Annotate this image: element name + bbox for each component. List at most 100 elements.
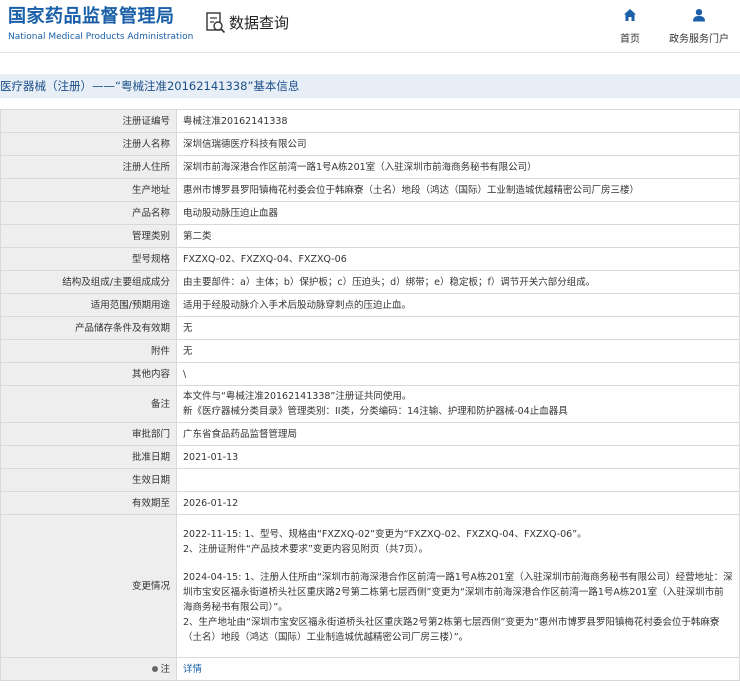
row-value-text: 广东省食品药品监督管理局 (183, 428, 298, 440)
row-value-text: 电动股动脉压迫止血器 (183, 207, 279, 219)
row-label: 注 (0, 657, 177, 681)
bullet-icon (152, 666, 159, 672)
row-label: 其他内容 (0, 362, 177, 386)
change-line: 2024-04-15: 1、注册人住所由“深圳市前海深港合作区前湾一路1号A栋2… (183, 572, 733, 613)
row-value-text: \ (183, 368, 187, 380)
row-value: 无 (176, 316, 740, 340)
change-entry: 2022-11-15: 1、型号、规格由“FXZXQ-02”变更为“FXZXQ-… (183, 527, 733, 557)
row-value-text: 惠州市博罗县罗阳镇梅花村委会位于韩麻寮（土名）地段（鸿达（国际）工业制造城优越精… (183, 184, 640, 196)
row-label: 产品名称 (0, 201, 177, 225)
table-row: 注册人住所 深圳市前海深港合作区前湾一路1号A栋201室（入驻深圳市前海商务秘书… (0, 155, 740, 179)
row-label: 备注 (0, 385, 177, 423)
row-value: 粤械注准20162141338 (176, 109, 740, 133)
row-label: 注册证编号 (0, 109, 177, 133)
table-row: 型号规格 FXZXQ-02、FXZXQ-04、FXZXQ-06 (0, 247, 740, 271)
row-value-text: 2021-01-13 (183, 451, 239, 463)
site-header: 国家药品监督管理局 National Medical Products Admi… (0, 0, 740, 52)
logo-en-text: National Medical Products Administration (8, 32, 194, 42)
row-value (176, 468, 740, 492)
table-row: 产品储存条件及有效期 无 (0, 316, 740, 340)
table-row: 批准日期 2021-01-13 (0, 445, 740, 469)
row-label: 管理类别 (0, 224, 177, 248)
row-value: 深圳市前海深港合作区前湾一路1号A栋201室（入驻深圳市前海商务秘书有限公司） (176, 155, 740, 179)
row-label: 生产地址 (0, 178, 177, 202)
row-value: 详情 (176, 657, 740, 681)
logo-cn-text: 国家药品监督管理局 (8, 6, 175, 27)
table-row: 备注 本文件与“粤械注准20162141338”注册证共同使用。 新《医疗器械分… (0, 385, 740, 423)
row-value: 广东省食品药品监督管理局 (176, 422, 740, 446)
change-line: 2、生产地址由“深圳市宝安区福永街道桥头社区重庆路2号第2栋第七层西侧”变更为“… (183, 617, 720, 643)
row-value: 2021-01-13 (176, 445, 740, 469)
table-row: 结构及组成/主要组成成分 由主要部件：a）主体；b）保护板；c）压迫头；d）绑带… (0, 270, 740, 294)
table-row: 审批部门 广东省食品药品监督管理局 (0, 422, 740, 446)
row-value-text: 无 (183, 345, 193, 357)
table-row: 其他内容 \ (0, 362, 740, 386)
change-line: 2022-11-15: 1、型号、规格由“FXZXQ-02”变更为“FXZXQ-… (183, 529, 587, 540)
row-value-text: FXZXQ-02、FXZXQ-04、FXZXQ-06 (183, 253, 347, 265)
nav-home[interactable]: 首页 (620, 7, 640, 45)
row-value-text: 由主要部件：a）主体；b）保护板；c）压迫头；d）绑带；e）稳定板；f）调节开关… (183, 276, 596, 288)
row-value-text: 第二类 (183, 230, 212, 242)
row-label: 产品储存条件及有效期 (0, 316, 177, 340)
row-value-text: 深圳信瑞德医疗科技有限公司 (183, 138, 307, 150)
table-row: 适用范围/预期用途 适用于经股动脉介入手术后股动脉穿刺点的压迫止血。 (0, 293, 740, 317)
note-label-text: 注 (160, 663, 170, 675)
home-icon (623, 7, 637, 26)
record-detail-table: 注册证编号 粤械注准20162141338 注册人名称 深圳信瑞德医疗科技有限公… (0, 109, 740, 681)
row-label: 变更情况 (0, 514, 177, 658)
row-label: 注册人住所 (0, 155, 177, 179)
table-row: 生效日期 (0, 468, 740, 492)
change-entry: 2024-04-15: 1、注册人住所由“深圳市前海深港合作区前湾一路1号A栋2… (183, 570, 733, 645)
row-value: 适用于经股动脉介入手术后股动脉穿刺点的压迫止血。 (176, 293, 740, 317)
data-search-icon (206, 12, 226, 34)
row-value: 深圳信瑞德医疗科技有限公司 (176, 132, 740, 156)
site-logo[interactable]: 国家药品监督管理局 National Medical Products Admi… (8, 7, 193, 43)
row-label: 注册人名称 (0, 132, 177, 156)
row-label: 审批部门 (0, 422, 177, 446)
row-value: \ (176, 362, 740, 386)
row-value: 由主要部件：a）主体；b）保护板；c）压迫头；d）绑带；e）稳定板；f）调节开关… (176, 270, 740, 294)
record-title-bar: 医疗器械（注册）——“粤械注准20162141338”基本信息 (0, 74, 740, 98)
table-row: 产品名称 电动股动脉压迫止血器 (0, 201, 740, 225)
table-row: 生产地址 惠州市博罗县罗阳镇梅花村委会位于韩麻寮（土名）地段（鸿达（国际）工业制… (0, 178, 740, 202)
row-value-text: 适用于经股动脉介入手术后股动脉穿刺点的压迫止血。 (183, 299, 412, 311)
table-row: 附件 无 (0, 339, 740, 363)
data-search-heading: 数据查询 (206, 12, 289, 34)
nav-home-label: 首页 (620, 34, 640, 45)
record-title: 医疗器械（注册）——“粤械注准20162141338”基本信息 (0, 79, 300, 93)
row-label: 型号规格 (0, 247, 177, 271)
nav-service-portal[interactable]: 政务服务门户 (669, 7, 729, 45)
table-row: 注册证编号 粤械注准20162141338 (0, 109, 740, 133)
row-value-text: 深圳市前海深港合作区前湾一路1号A栋201室（入驻深圳市前海商务秘书有限公司） (183, 161, 537, 173)
data-search-label: 数据查询 (229, 14, 290, 32)
nav-service-portal-label: 政务服务门户 (669, 34, 729, 45)
row-value: 第二类 (176, 224, 740, 248)
row-label: 生效日期 (0, 468, 177, 492)
header-divider (0, 52, 740, 53)
table-row: 注册人名称 深圳信瑞德医疗科技有限公司 (0, 132, 740, 156)
table-row: 变更情况 2022-11-15: 1、型号、规格由“FXZXQ-02”变更为“F… (0, 514, 740, 658)
row-value-text: 2026-01-12 (183, 497, 239, 509)
remark-line: 新《医疗器械分类目录》管理类别：II类，分类编码：14注输、护理和防护器械-04… (183, 406, 568, 417)
user-icon (692, 7, 706, 26)
row-label: 适用范围/预期用途 (0, 293, 177, 317)
remark-line: 本文件与“粤械注准20162141338”注册证共同使用。 (183, 391, 412, 402)
row-label: 批准日期 (0, 445, 177, 469)
change-history: 2022-11-15: 1、型号、规格由“FXZXQ-02”变更为“FXZXQ-… (176, 514, 740, 658)
row-value: 本文件与“粤械注准20162141338”注册证共同使用。 新《医疗器械分类目录… (176, 385, 740, 423)
row-value: 电动股动脉压迫止血器 (176, 201, 740, 225)
details-link[interactable]: 详情 (183, 664, 202, 675)
row-label: 结构及组成/主要组成成分 (0, 270, 177, 294)
row-value: 无 (176, 339, 740, 363)
table-row: 有效期至 2026-01-12 (0, 491, 740, 515)
row-value-text: 无 (183, 322, 193, 334)
table-row: 管理类别 第二类 (0, 224, 740, 248)
row-value: 2026-01-12 (176, 491, 740, 515)
table-row: 注 详情 (0, 657, 740, 681)
row-value: 惠州市博罗县罗阳镇梅花村委会位于韩麻寮（土名）地段（鸿达（国际）工业制造城优越精… (176, 178, 740, 202)
row-label: 有效期至 (0, 491, 177, 515)
change-line: 2、注册证附件“产品技术要求”变更内容见附页（共7页）。 (183, 544, 429, 555)
row-value: FXZXQ-02、FXZXQ-04、FXZXQ-06 (176, 247, 740, 271)
row-label: 附件 (0, 339, 177, 363)
row-value-text: 粤械注准20162141338 (183, 115, 288, 127)
